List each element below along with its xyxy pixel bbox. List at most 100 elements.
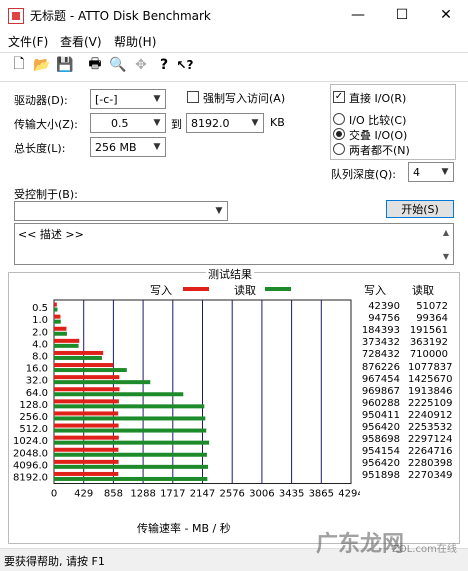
maximize-icon: ☐ — [395, 7, 409, 23]
scroll-up-icon[interactable]: ▲ — [439, 225, 453, 239]
write-bar — [54, 471, 119, 476]
chevron-down-icon: ▼ — [215, 206, 223, 216]
write-value: 956420 — [361, 458, 400, 470]
y-tick-label: 64.0 — [26, 388, 48, 399]
open-folder-icon[interactable]: 📂 — [33, 56, 51, 74]
x-tick-label: 858 — [104, 489, 123, 500]
transfer-to-select[interactable]: 8192.0 ▼ — [186, 113, 264, 133]
y-tick-label: 2.0 — [32, 327, 48, 338]
write-value: 876226 — [361, 361, 400, 373]
minimize-button[interactable]: — — [340, 0, 376, 30]
chevron-down-icon: ▼ — [153, 118, 161, 128]
x-tick-label: 2147 — [190, 489, 215, 500]
controlled-by-select[interactable]: ▼ — [14, 201, 228, 221]
y-tick-label: 0.5 — [32, 303, 48, 314]
force-write-checkbox[interactable] — [187, 91, 199, 103]
queue-depth-select[interactable]: 4 ▼ — [408, 162, 454, 182]
read-value: 1425670 — [408, 373, 453, 385]
queue-depth-label: 队列深度(Q): — [331, 168, 396, 181]
y-tick-label: 256.0 — [19, 412, 48, 423]
read-value: 191561 — [409, 325, 448, 337]
queue-depth-value: 4 — [413, 166, 420, 179]
read-value: 1077837 — [408, 361, 453, 373]
close-button[interactable]: ✕ — [428, 0, 464, 30]
write-bar — [54, 314, 61, 319]
write-bar — [54, 338, 80, 343]
context-help-icon[interactable]: ↖? — [176, 56, 194, 74]
read-value: 51072 — [416, 301, 448, 312]
y-tick-label: 4096.0 — [13, 460, 48, 471]
y-tick-label: 1024.0 — [13, 436, 48, 447]
overlap-io-radio[interactable] — [333, 128, 345, 140]
maximize-button[interactable]: ☐ — [384, 0, 420, 30]
print-preview-icon[interactable]: 🔍 — [109, 56, 127, 74]
start-button[interactable]: 开始(S) — [386, 200, 454, 218]
menu-view[interactable]: 查看(V) — [60, 33, 102, 50]
drive-select[interactable]: [-c-] ▼ — [90, 89, 166, 109]
read-bar — [54, 404, 205, 409]
read-bar — [54, 355, 102, 360]
y-tick-label: 4.0 — [32, 339, 48, 350]
total-length-label: 总长度(L): — [14, 142, 66, 155]
minimize-icon: — — [351, 7, 365, 23]
write-value: 967454 — [361, 373, 400, 385]
write-value: 958698 — [361, 434, 400, 446]
read-bar — [54, 452, 207, 457]
write-value: 373432 — [361, 337, 400, 349]
x-tick-label: 2576 — [219, 489, 244, 500]
kb-label: KB — [270, 116, 285, 129]
close-icon: ✕ — [440, 7, 452, 23]
controlled-by-label: 受控制于(B): — [14, 188, 78, 201]
total-length-value: 256 MB — [95, 141, 137, 154]
x-tick-label: 3006 — [249, 489, 274, 500]
read-bar — [54, 331, 67, 336]
new-file-icon[interactable]: 🗋 — [10, 56, 28, 74]
scroll-down-icon[interactable]: ▼ — [439, 249, 453, 263]
write-value: 954154 — [361, 446, 400, 458]
chevron-down-icon: ▼ — [251, 118, 259, 128]
results-title: 测试结果 — [206, 266, 254, 282]
write-value: 956420 — [361, 422, 400, 433]
transfer-from-value: 0.5 — [111, 117, 129, 130]
read-value: 99364 — [416, 313, 448, 325]
read-value: 2253532 — [408, 422, 453, 433]
menu-file[interactable]: 文件(F) — [8, 33, 48, 50]
direct-io-checkbox[interactable]: ✓ — [333, 91, 345, 103]
read-bar — [54, 476, 208, 481]
chevron-down-icon: ▼ — [441, 167, 449, 177]
read-bar — [54, 440, 210, 445]
neither-radio[interactable] — [333, 143, 345, 155]
y-tick-label: 128.0 — [19, 400, 48, 411]
description-text: << 描述 >> — [18, 228, 84, 241]
move-icon[interactable]: ✥ — [132, 56, 150, 74]
y-tick-label: 32.0 — [26, 376, 48, 387]
io-compare-radio[interactable] — [333, 113, 345, 125]
menu-help[interactable]: 帮助(H) — [114, 33, 156, 50]
total-length-select[interactable]: 256 MB ▼ — [90, 137, 166, 157]
read-bar — [54, 307, 58, 312]
write-bar — [54, 447, 119, 452]
watermark-logo: 广东龙网 — [316, 532, 405, 557]
read-bar — [54, 380, 151, 385]
transfer-from-select[interactable]: 0.5 ▼ — [90, 113, 166, 133]
x-tick-label: 4294 — [338, 489, 360, 500]
force-write-label: 强制写入访问(A) — [203, 92, 286, 105]
x-tick-label: 3865 — [309, 489, 334, 500]
drive-value: [-c-] — [95, 93, 118, 106]
read-bar — [54, 368, 127, 373]
read-value: 1913846 — [408, 385, 453, 397]
x-tick-label: 3435 — [279, 489, 304, 500]
read-value: 2280398 — [408, 458, 453, 470]
print-icon[interactable]: 🖶 — [86, 56, 104, 74]
y-tick-label: 512.0 — [19, 424, 48, 435]
save-icon[interactable]: 💾 — [56, 56, 74, 74]
watermark-subtext: ZOL.com在线 — [392, 544, 457, 555]
x-tick-label: 1717 — [160, 489, 185, 500]
read-value: 363192 — [409, 337, 448, 349]
read-value: 2297124 — [408, 434, 453, 446]
write-bar — [54, 411, 119, 416]
read-bar — [54, 428, 207, 433]
help-icon[interactable]: ? — [155, 56, 173, 74]
write-bar — [54, 435, 119, 440]
write-bar — [54, 423, 119, 428]
